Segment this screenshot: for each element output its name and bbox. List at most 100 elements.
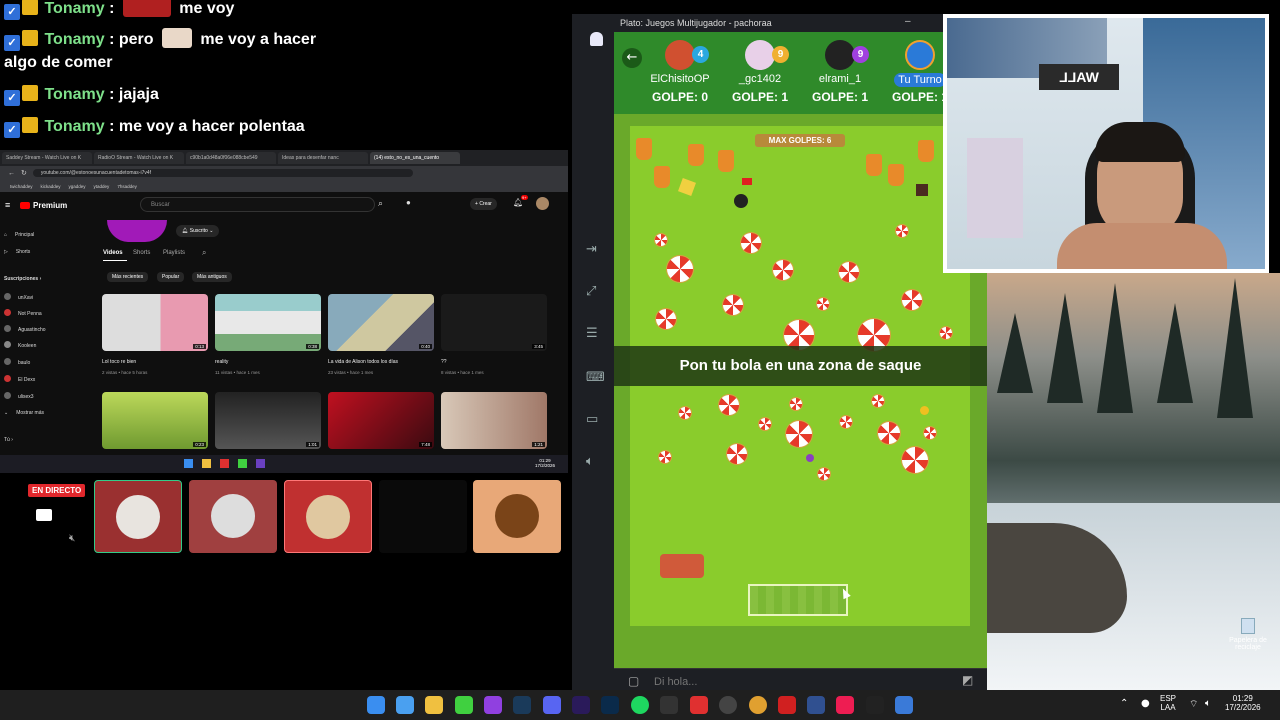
participant-cam[interactable] [189,480,277,553]
video-thumbnail[interactable]: 3:45 [441,294,547,351]
spotify-icon[interactable] [631,696,649,714]
folder-icon[interactable] [202,459,211,468]
chip-recent[interactable]: Más recientes [107,272,149,282]
tab-playlists[interactable]: Playlists [163,250,185,256]
plato-icon[interactable] [895,696,913,714]
create-button[interactable]: + Crear [470,198,497,210]
chevron-up-icon[interactable]: ⌃ [1120,698,1128,709]
bookmark[interactable]: ytaddey [94,184,110,189]
screen-share-icon[interactable] [36,509,52,521]
keyboard-icon[interactable]: ⌨ [586,370,605,385]
tee-zone[interactable] [748,584,848,616]
bookmark[interactable]: kickaddey [41,184,61,189]
epic-games-icon[interactable] [866,696,884,714]
video-thumbnail[interactable]: 7:48 [328,392,434,449]
browser-tab-active[interactable]: (14) esto_no_es_una_cuento [370,152,460,164]
search-input[interactable]: Buscar [140,197,375,212]
browser-tab[interactable]: c90b1a0d48a0f06e088cbe549 [186,152,276,164]
language-indicator[interactable]: ESP LAA [1160,694,1176,712]
app-icon[interactable] [778,696,796,714]
volume-icon[interactable]: 🔈︎ [1205,698,1211,709]
file-explorer-icon[interactable] [425,696,443,714]
sidebar-item-sub[interactable]: ulisex3 [4,392,34,400]
browser-tab[interactable]: Saddey Stream - Watch Live on K [2,152,92,164]
tab-shorts[interactable]: Shorts [133,250,150,256]
browser-tab[interactable]: RadioO Stream - Watch Live on K [94,152,184,164]
bookmark[interactable]: twichaddey [10,184,33,189]
settings-sliders-icon[interactable]: ☰ [586,326,600,341]
app-icon[interactable] [238,459,247,468]
photoshop-icon[interactable] [601,696,619,714]
app-icon[interactable] [256,459,265,468]
youtube-logo[interactable]: Premium [20,201,67,210]
exit-icon[interactable]: ⇥ [586,242,600,257]
video-thumbnail[interactable]: 0:38 [215,294,321,351]
discord-icon[interactable] [543,696,561,714]
participant-cam[interactable] [379,480,467,553]
browser-tab[interactable]: Ideas para desenfar nanc [278,152,368,164]
label-icon[interactable]: ▭ [586,412,600,427]
reload-icon[interactable]: ↻ [21,169,27,177]
sidebar-item-home[interactable]: ⌂ Principal [4,232,34,238]
chip-popular[interactable]: Popular [157,272,185,282]
sidebar-item-sub[interactable]: unXavi [4,293,33,301]
video-title[interactable]: Lol toco re bien [102,359,136,365]
participant-cam[interactable] [94,480,182,553]
chip-oldest[interactable]: Más antiguos [192,272,232,282]
minimize-icon[interactable]: – [905,16,911,27]
back-arrow-icon[interactable]: ← [622,48,642,68]
premiere-icon[interactable] [572,696,590,714]
app-icon[interactable] [807,696,825,714]
sticker-icon[interactable]: ◩ [962,673,973,687]
you-section[interactable]: Tú › [4,437,13,443]
sidebar-item-sub[interactable]: baulo [4,358,30,366]
windows-start-icon[interactable] [184,459,193,468]
sidebar-item-shorts[interactable]: ▷ Shorts [4,249,30,255]
participant-cam[interactable] [473,480,561,553]
participant-cam[interactable] [284,480,372,553]
video-title[interactable]: ?? [441,359,447,365]
avatar[interactable] [536,197,549,210]
app-icon[interactable] [220,459,229,468]
bookmark[interactable]: 7hsaddey [117,184,137,189]
video-thumbnail[interactable]: 1:01 [215,392,321,449]
subscriptions-heading[interactable]: Suscripciones › [4,276,41,282]
video-thumbnail[interactable]: 0:13 [102,294,208,351]
video-thumbnail[interactable]: 1:21 [441,392,547,449]
chrome-icon[interactable] [749,696,767,714]
mute-icon[interactable]: 🔇︎ [69,533,75,544]
app-icon[interactable] [690,696,708,714]
windows-start-icon[interactable] [367,696,385,714]
bookmark[interactable]: ygaddey [69,184,86,189]
app-icon[interactable] [660,696,678,714]
volume-icon[interactable]: 🔈︎ [586,454,600,469]
sidebar-item-sub[interactable]: Kooleen [4,341,36,349]
expand-icon[interactable]: ⤢ [586,284,600,299]
search-icon[interactable]: ⌕ [378,198,383,209]
microphone-icon[interactable]: ● [406,198,411,207]
video-title[interactable]: reality [215,359,228,365]
video-title[interactable]: La vida de Alison todos los días [328,359,398,365]
microphone-icon[interactable]: ● [1141,698,1150,709]
tiktok-icon[interactable] [836,696,854,714]
video-thumbnail[interactable]: 0:23 [102,392,208,449]
sidebar-item-sub[interactable]: Not Penna [4,309,42,317]
app-icon[interactable] [484,696,502,714]
wifi-icon[interactable]: ⌔ [1189,698,1198,711]
subscribed-button[interactable]: 🔔︎ Suscrito ⌄ [176,225,220,237]
clock[interactable]: 01:29 17/2/2026 [1225,694,1261,712]
sidebar-item-sub[interactable]: Aguastincho [4,325,46,333]
app-icon[interactable] [719,696,737,714]
notepad-icon[interactable] [396,696,414,714]
back-icon[interactable]: ← [8,170,15,177]
show-more-link[interactable]: ⌄ Mostrar más [4,410,44,416]
chat-input[interactable] [654,674,954,690]
steam-icon[interactable] [513,696,531,714]
menu-icon[interactable]: ≡ [5,200,10,210]
kick-icon[interactable] [455,696,473,714]
video-thumbnail[interactable]: 0:40 [328,294,434,351]
tab-videos[interactable]: Videos [103,250,123,256]
url-input[interactable]: youtube.com/@estonoesunacuentadetomas-i7… [32,169,413,177]
recycle-bin[interactable]: Papelera de reciclaje [1226,618,1270,651]
sidebar-item-sub[interactable]: El Dexx [4,375,35,383]
